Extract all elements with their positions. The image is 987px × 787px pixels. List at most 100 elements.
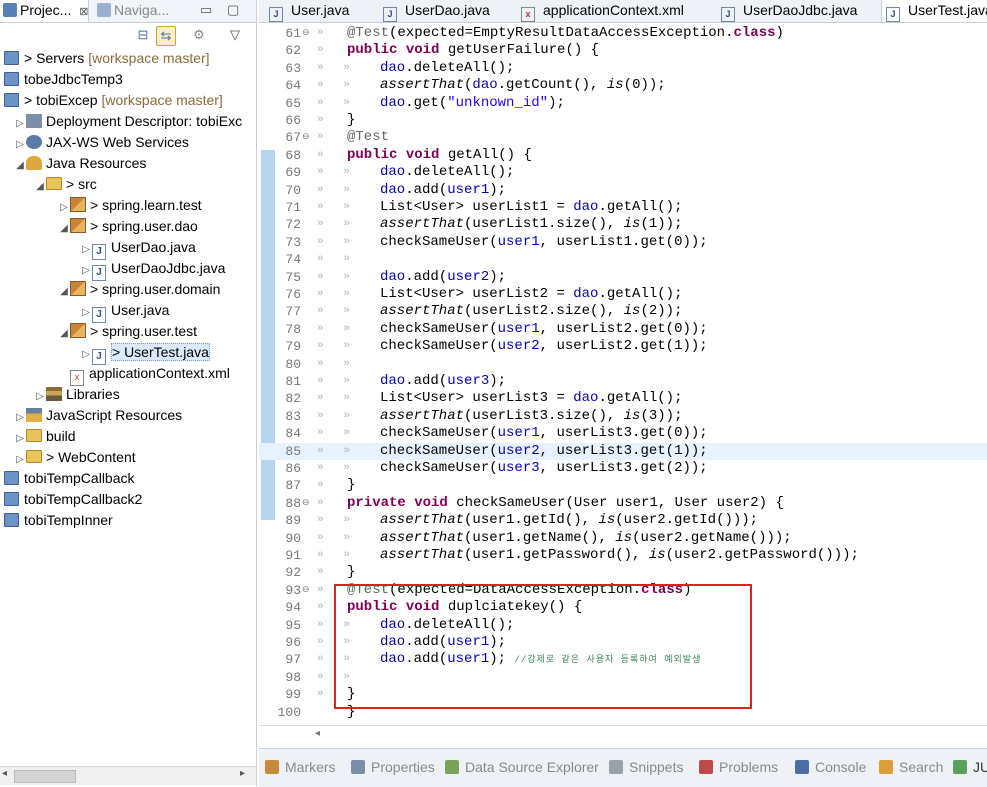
tree-item-User-java[interactable]: ▷ J User.java [80,300,169,323]
collapse-all-icon[interactable]: ⊟ [134,26,152,44]
link-with-editor-icon[interactable]: ⇆ [156,26,176,46]
code-line[interactable]: 62 » public void getUserFailure() { [259,42,987,59]
code-line[interactable]: 67 ⊖» @Test [259,129,987,146]
code-line[interactable]: 76 » » List<User> userList2 = dao.getAll(… [259,286,987,303]
expand-arrow-icon[interactable]: ▷ [14,449,26,470]
scrollbar-thumb[interactable] [14,770,76,783]
code-line[interactable]: 85 » » checkSameUser(user2, userList3.get… [259,442,987,460]
code-line[interactable]: 81 » » dao.add(user3); [259,373,987,390]
code-line[interactable]: 92 » } [259,564,987,581]
tree-item-tobiTempInner[interactable]: tobiTempInner [4,510,113,531]
expand-arrow-icon[interactable]: ◢ [34,176,46,197]
expand-arrow-icon[interactable]: ▷ [80,344,92,365]
code-line[interactable]: 77 » » assertThat(userList2.size(), is(2)… [259,303,987,320]
code-line[interactable]: 72 » » assertThat(userList1.size(), is(1)… [259,216,987,233]
fold-toggle-icon[interactable]: ⊖ [302,25,314,42]
scroll-left-icon[interactable]: ◂ [2,768,7,779]
tab-navigator[interactable]: Naviga... [94,0,184,22]
view-menu-chevron-down-icon[interactable]: ▽ [226,26,244,44]
code-line[interactable]: 75 » » dao.add(user2); [259,269,987,286]
scroll-right-icon[interactable]: ▸ [240,768,245,779]
tree-item-servers[interactable]: > Servers [workspace master] [4,48,210,69]
scroll-left-icon[interactable]: ◂ [315,728,320,739]
tree-item-spring-learn-test[interactable]: ▷ > spring.learn.test [58,195,202,216]
bottom-tab-snippets[interactable]: Snippets [609,759,683,775]
expand-arrow-icon[interactable]: ▷ [14,407,26,428]
maximize-icon[interactable]: ▢ [227,2,239,18]
tree-item-UserDaoJdbc-java[interactable]: ▷ J UserDaoJdbc.java [80,258,225,281]
code-line[interactable]: 63 » » dao.deleteAll(); [259,60,987,77]
fold-toggle-icon[interactable]: ⊖ [302,582,314,599]
code-line[interactable]: 69 » » dao.deleteAll(); [259,164,987,181]
editor-tab-user-java[interactable]: J User.java [265,0,349,22]
code-line[interactable]: 64 » » assertThat(dao.getCount(), is(0)); [259,77,987,94]
code-line[interactable]: 79 » » checkSameUser(user2, userList2.get… [259,338,987,355]
tree-item-spring-user-test[interactable]: ◢ > spring.user.test [58,321,197,342]
expand-arrow-icon[interactable]: ▷ [58,197,70,218]
editor-tab-userdao-java[interactable]: J UserDao.java [379,0,490,22]
bottom-tab-ju[interactable]: JU [953,759,987,775]
expand-arrow-icon[interactable]: ▷ [80,302,92,323]
code-line[interactable]: 91 » » assertThat(user1.getPassword(), is… [259,547,987,564]
expand-arrow-icon[interactable]: ◢ [14,155,26,176]
code-line[interactable]: 90 » » assertThat(user1.getName(), is(use… [259,530,987,547]
tree-item-tobiTempCallback[interactable]: tobiTempCallback [4,468,135,489]
filter-icon[interactable]: ⚙ [190,26,208,44]
code-line[interactable]: 82 » » List<User> userList3 = dao.getAll(… [259,390,987,407]
tree-item-javascript-resources[interactable]: ▷ JavaScript Resources [14,405,182,426]
editor-tab-userdaojdbc-java[interactable]: J UserDaoJdbc.java [717,0,857,22]
code-line[interactable]: 88 ⊖» private void checkSameUser(User use… [259,495,987,512]
tree-item-src[interactable]: ◢ > src [34,174,97,195]
tree-item-deployment-descriptor[interactable]: ▷ Deployment Descriptor: tobiExc [14,111,242,132]
code-line[interactable]: 65 » » dao.get("unknown_id"); [259,95,987,112]
editor-horizontal-scrollbar[interactable]: ◂ [259,725,987,744]
code-line[interactable]: 87 » } [259,477,987,494]
bottom-tab-problems[interactable]: Problems [699,759,778,775]
editor-tab-usertest-java[interactable]: J UserTest.java [881,0,987,22]
fold-toggle-icon[interactable]: ⊖ [302,495,314,512]
code-line[interactable]: 61 ⊖» @Test(expected=EmptyResultDataAcces… [259,25,987,42]
tree-item-spring-user-domain[interactable]: ◢ > spring.user.domain [58,279,220,300]
code-line[interactable]: 83 » » assertThat(userList3.size(), is(3)… [259,408,987,425]
tree-item-build[interactable]: ▷ build [14,426,75,449]
tree-item-applicationContext-xml[interactable]: x applicationContext.xml [58,363,230,386]
code-line[interactable]: 80 » » [259,356,987,373]
editor-tab-applicationcontext-xml[interactable]: x applicationContext.xml [517,0,684,22]
code-line[interactable]: 84 » » checkSameUser(user1, userList3.get… [259,425,987,442]
bottom-tab-properties[interactable]: Properties [351,759,435,775]
tree-item-java-resources[interactable]: ◢ Java Resources [14,153,146,174]
expand-arrow-icon[interactable]: ▷ [80,239,92,260]
explorer-horizontal-scrollbar[interactable]: ◂ ▸ [0,766,256,785]
tree-item-spring-user-dao[interactable]: ◢ > spring.user.dao [58,216,198,237]
expand-arrow-icon[interactable]: ▷ [14,428,26,449]
tab-project-explorer[interactable]: Projec... ⊠ [0,0,89,22]
expand-arrow-icon[interactable]: ▷ [80,260,92,281]
code-line[interactable]: 89 » » assertThat(user1.getId(), is(user2… [259,512,987,529]
tree-item-libraries[interactable]: ▷ Libraries [34,384,120,405]
tree-item-jaxws[interactable]: ▷ JAX-WS Web Services [14,132,189,153]
tree-item-UserDao-java[interactable]: ▷ J UserDao.java [80,237,196,260]
expand-arrow-icon[interactable]: ▷ [14,113,26,134]
bottom-tab-markers[interactable]: Markers [265,759,336,775]
expand-arrow-icon[interactable]: ◢ [58,218,70,239]
bottom-tab-console[interactable]: Console [795,759,866,775]
minimize-icon[interactable]: ▭ [200,2,212,18]
code-line[interactable]: 74 » » [259,251,987,268]
expand-arrow-icon[interactable]: ◢ [58,281,70,302]
code-line[interactable]: 71 » » List<User> userList1 = dao.getAll(… [259,199,987,216]
code-line[interactable]: 86 » » checkSameUser(user3, userList3.get… [259,460,987,477]
fold-toggle-icon[interactable]: ⊖ [302,129,314,146]
code-line[interactable]: 68 » public void getAll() { [259,147,987,164]
expand-arrow-icon[interactable]: ▷ [34,386,46,407]
code-line[interactable]: 66 » } [259,112,987,129]
close-icon[interactable]: ⊠ [79,6,88,18]
expand-arrow-icon[interactable]: ◢ [58,323,70,344]
tree-item-tobiExcep[interactable]: > tobiExcep [workspace master] [4,90,223,111]
bottom-tab-data-source-explorer[interactable]: Data Source Explorer [445,759,599,775]
expand-arrow-icon[interactable]: ▷ [14,134,26,155]
tree-item-tobiTempCallback2[interactable]: tobiTempCallback2 [4,489,142,510]
code-line[interactable]: 70 » » dao.add(user1); [259,182,987,199]
tree-item-UserTest-java[interactable]: ▷ J > UserTest.java [80,342,210,365]
code-line[interactable]: 78 » » checkSameUser(user1, userList2.get… [259,321,987,338]
tree-item-WebContent[interactable]: ▷ > WebContent [14,447,136,468]
